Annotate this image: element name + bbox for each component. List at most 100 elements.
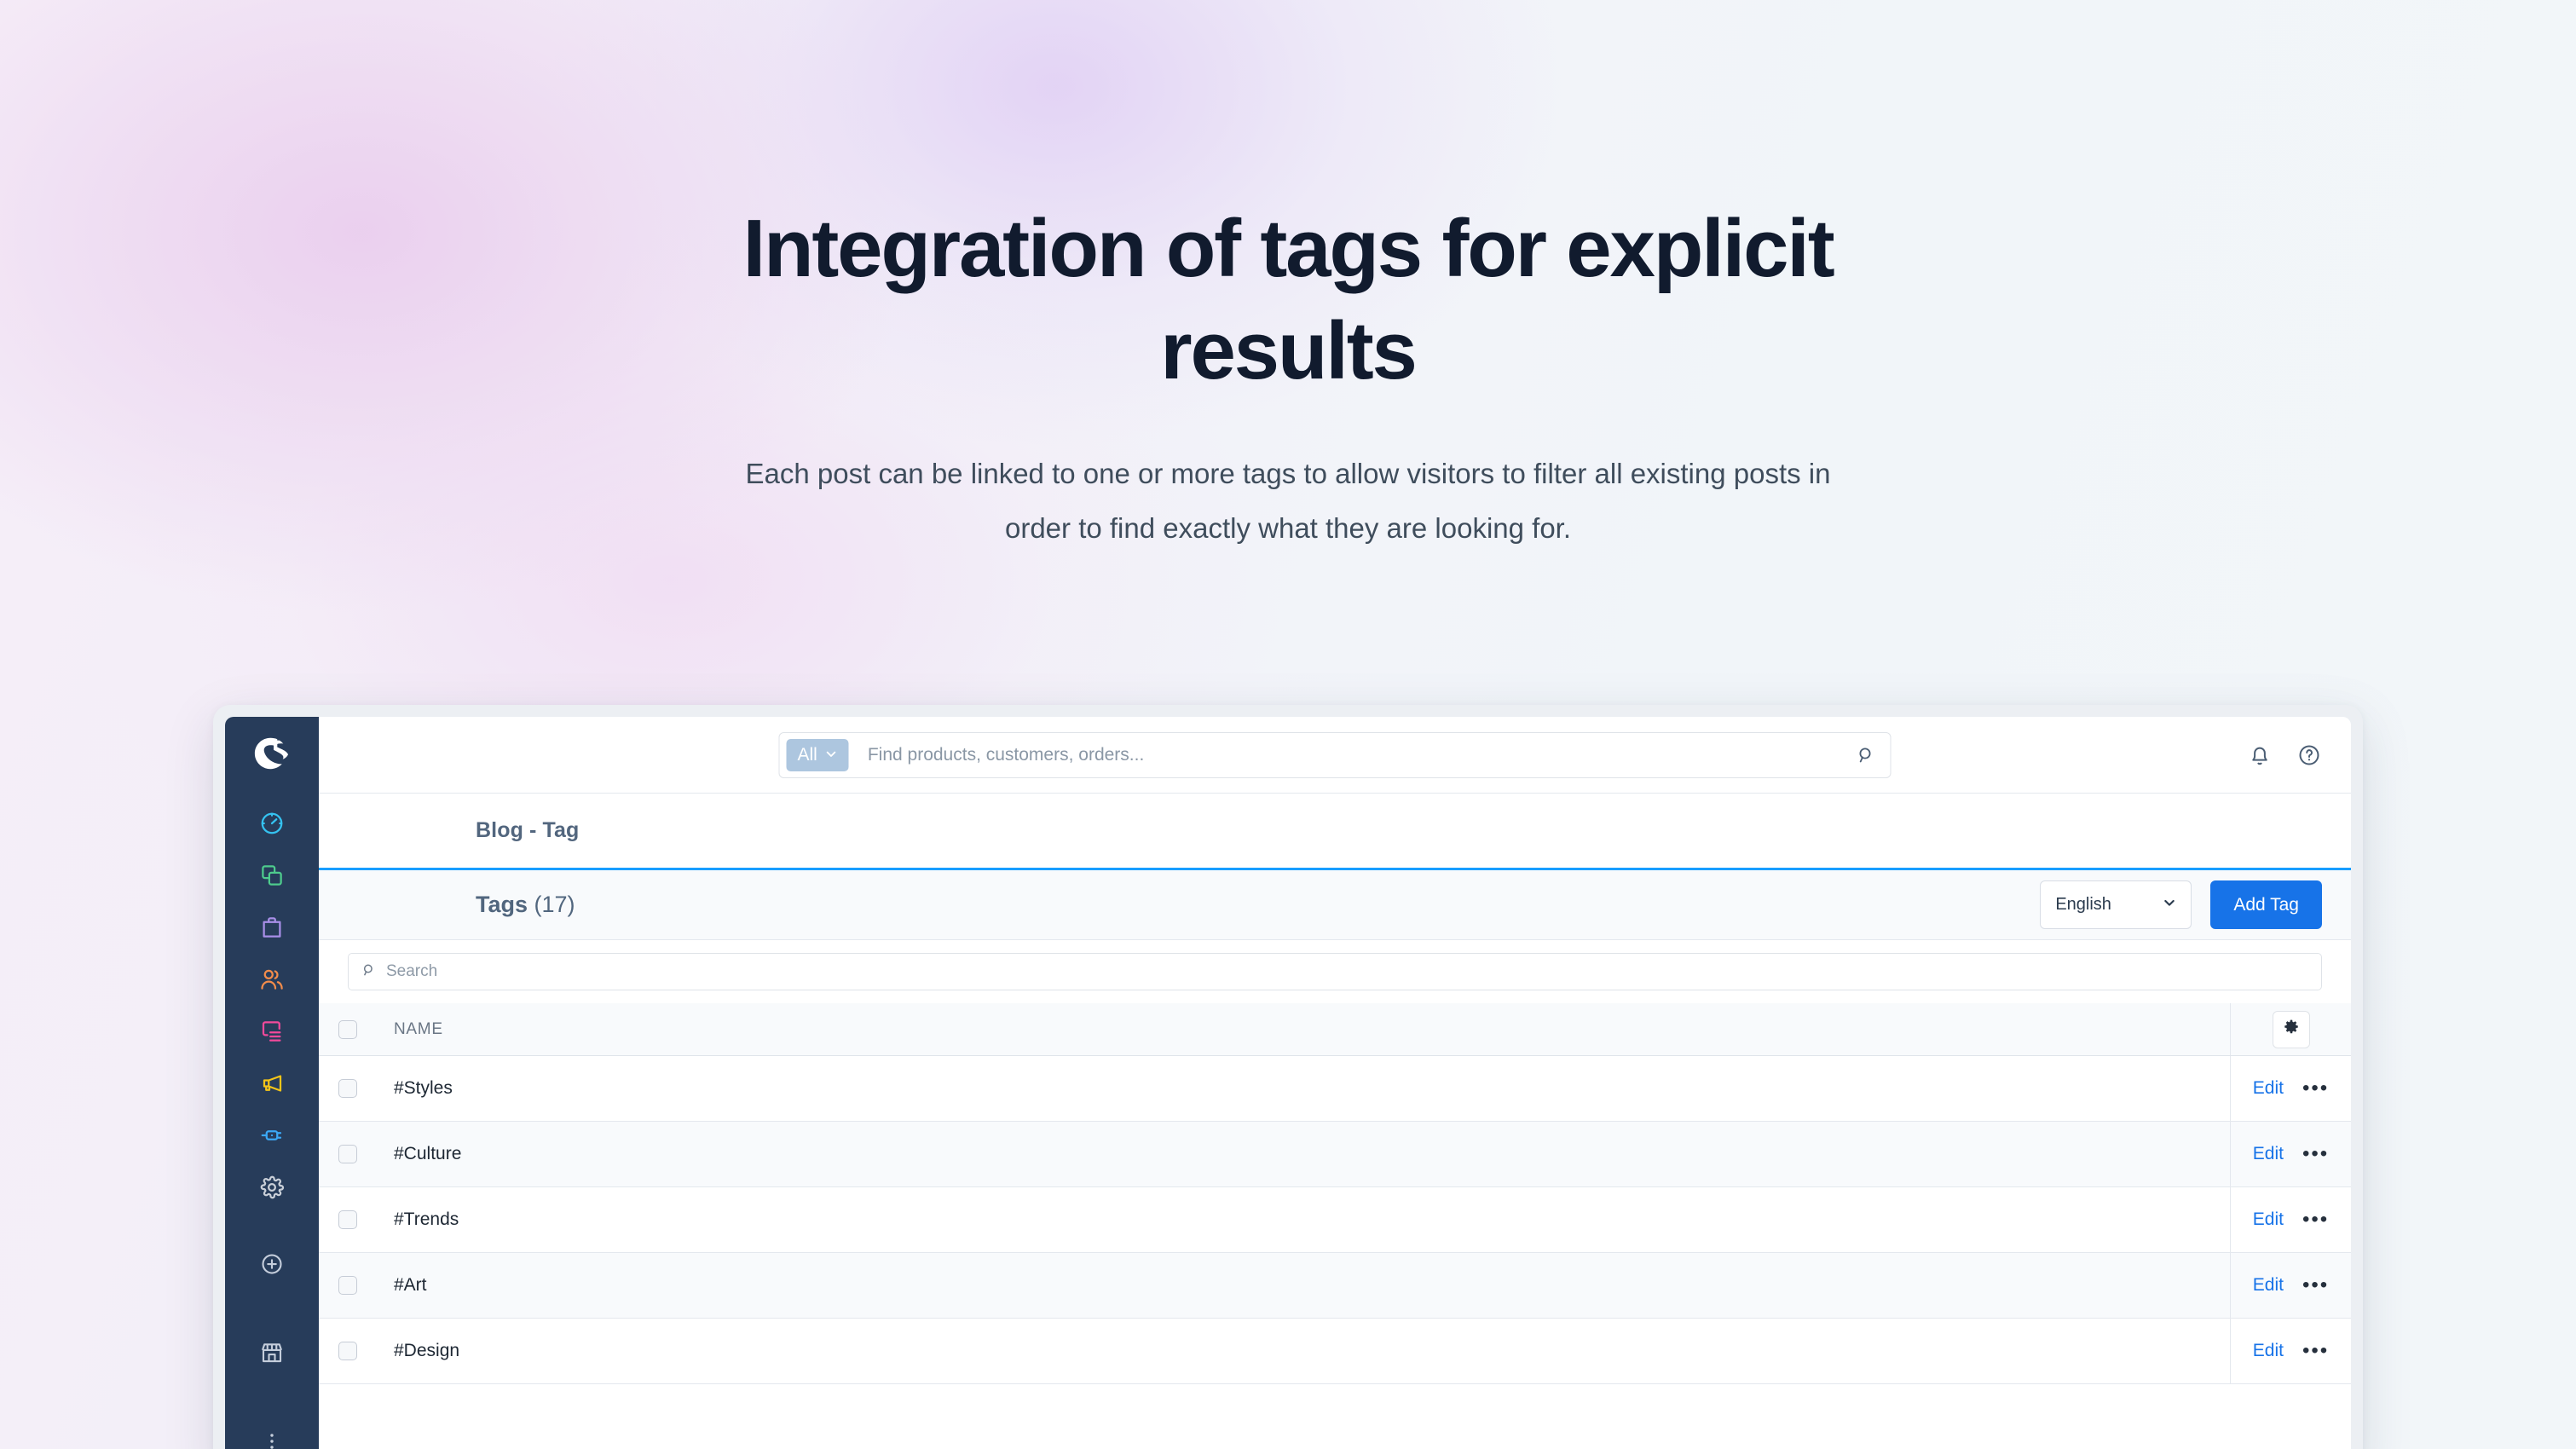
tag-name: #Trends <box>394 1209 459 1229</box>
chevron-down-icon <box>2163 895 2176 915</box>
list-search <box>348 953 2322 990</box>
row-more-icon[interactable]: ••• <box>2302 1209 2329 1230</box>
hero-section: Integration of tags for explicit results… <box>0 0 2576 556</box>
page-subtitle: Each post can be linked to one or more t… <box>745 458 1831 544</box>
shopware-logo-icon[interactable] <box>250 734 294 773</box>
sidebar-item-extensions[interactable] <box>244 1121 300 1154</box>
tag-name: #Culture <box>394 1144 462 1163</box>
row-checkbox[interactable] <box>338 1079 357 1098</box>
row-actions: Edit ••• <box>2230 1056 2351 1121</box>
edit-link[interactable]: Edit <box>2253 1275 2284 1296</box>
bell-icon[interactable] <box>2247 742 2273 768</box>
sidebar-item-marketing[interactable] <box>244 1069 300 1102</box>
table-settings-cell <box>2230 1003 2351 1055</box>
edit-link[interactable]: Edit <box>2253 1209 2284 1230</box>
sidebar-item-catalogues[interactable] <box>244 861 300 894</box>
row-checkbox[interactable] <box>338 1145 357 1163</box>
edit-link[interactable]: Edit <box>2253 1144 2284 1164</box>
row-actions: Edit ••• <box>2230 1122 2351 1186</box>
app-window-frame: All Find products, customers, orders... … <box>213 705 2363 1449</box>
row-checkbox[interactable] <box>338 1276 357 1295</box>
global-search: All <box>778 731 1892 778</box>
dots-vertical-icon <box>261 1430 283 1449</box>
row-actions: Edit ••• <box>2230 1253 2351 1318</box>
row-more-icon[interactable]: ••• <box>2302 1078 2329 1099</box>
sidebar-item-dashboard[interactable] <box>244 809 300 842</box>
top-bar: All <box>319 717 2351 794</box>
sidebar-bottom-group <box>244 1238 300 1449</box>
tag-name: #Design <box>394 1341 460 1360</box>
add-tag-button[interactable]: Add Tag <box>2210 880 2322 929</box>
column-header-name: NAME <box>394 1019 443 1038</box>
select-all-cell <box>319 1019 377 1039</box>
table-row[interactable]: #Art Edit ••• <box>319 1253 2351 1319</box>
sidebar-item-more[interactable] <box>244 1416 300 1449</box>
table-settings-button[interactable] <box>2272 1010 2310 1048</box>
table-row[interactable]: #Design Edit ••• <box>319 1319 2351 1384</box>
row-select-cell <box>319 1276 377 1295</box>
tag-name: #Art <box>394 1275 427 1295</box>
toolbar-right-group: English Add Tag <box>2040 880 2322 929</box>
search-scope-dropdown[interactable]: All <box>786 738 849 771</box>
main-area: All Find products, customers, orders... … <box>319 717 2351 1449</box>
edit-link[interactable]: Edit <box>2253 1078 2284 1099</box>
tags-count-number: (17) <box>534 892 575 917</box>
megaphone-icon <box>259 1071 285 1100</box>
language-select-value: English <box>2055 895 2111 914</box>
sidebar-item-orders[interactable] <box>244 913 300 946</box>
app-window-content: All Find products, customers, orders... … <box>225 717 2351 1449</box>
row-select-cell <box>319 1210 377 1229</box>
users-icon <box>259 967 285 996</box>
page-title: Integration of tags for explicit results <box>742 203 1834 396</box>
edit-link[interactable]: Edit <box>2253 1341 2284 1361</box>
tags-count-label: Tags <box>476 892 528 917</box>
table-body: #Styles Edit ••• #Culture Edit ••• #Trends Edit… <box>319 1056 2351 1384</box>
search-input[interactable] <box>848 744 1851 765</box>
speedometer-icon <box>259 811 285 840</box>
row-select-cell <box>319 1145 377 1163</box>
tags-toolbar: Tags (17) English Add Tag <box>319 870 2351 940</box>
search-scope-label: All <box>797 744 817 765</box>
row-select-cell <box>319 1079 377 1098</box>
gear-icon <box>259 1175 285 1204</box>
table-row[interactable]: #Trends Edit ••• <box>319 1187 2351 1253</box>
sidebar-item-customers[interactable] <box>244 965 300 998</box>
row-checkbox[interactable] <box>338 1342 357 1360</box>
tag-name: #Styles <box>394 1078 453 1098</box>
search-icon <box>361 962 377 982</box>
document-list-icon <box>259 1019 285 1048</box>
sidebar-item-settings[interactable] <box>244 1173 300 1206</box>
store-icon <box>259 1340 285 1370</box>
language-select[interactable]: English <box>2040 880 2192 929</box>
row-more-icon[interactable]: ••• <box>2302 1144 2329 1164</box>
table-row[interactable]: #Styles Edit ••• <box>319 1056 2351 1122</box>
plus-circle-icon <box>259 1251 285 1281</box>
breadcrumb: Blog - Tag <box>476 818 580 842</box>
sidebar-item-add[interactable] <box>244 1238 300 1295</box>
table-header-row: NAME <box>319 1003 2351 1056</box>
row-actions: Edit ••• <box>2230 1187 2351 1252</box>
chevron-down-icon <box>825 745 838 765</box>
topbar-actions <box>2247 742 2322 768</box>
plug-icon <box>259 1123 285 1152</box>
sidebar-item-storefront[interactable] <box>244 1327 300 1383</box>
shopping-bag-icon <box>259 915 285 944</box>
question-circle-icon[interactable] <box>2296 742 2322 768</box>
tags-table: NAME #Styles Edit ••• #Culture Edit ••• … <box>319 1003 2351 1449</box>
sidebar <box>225 717 319 1449</box>
select-all-checkbox[interactable] <box>338 1019 357 1039</box>
row-checkbox[interactable] <box>338 1210 357 1229</box>
page-header: Blog - Tag <box>319 794 2351 870</box>
table-row[interactable]: #Culture Edit ••• <box>319 1122 2351 1187</box>
gear-icon <box>2283 1019 2300 1040</box>
row-select-cell <box>319 1342 377 1360</box>
list-search-input[interactable] <box>386 962 2308 981</box>
search-icon[interactable] <box>1851 745 1882 765</box>
list-search-container <box>319 940 2351 1003</box>
layers-icon <box>259 863 285 892</box>
row-more-icon[interactable]: ••• <box>2302 1275 2329 1296</box>
row-more-icon[interactable]: ••• <box>2302 1341 2329 1361</box>
sidebar-item-content[interactable] <box>244 1017 300 1050</box>
row-actions: Edit ••• <box>2230 1319 2351 1383</box>
tags-count: Tags (17) <box>476 892 575 918</box>
